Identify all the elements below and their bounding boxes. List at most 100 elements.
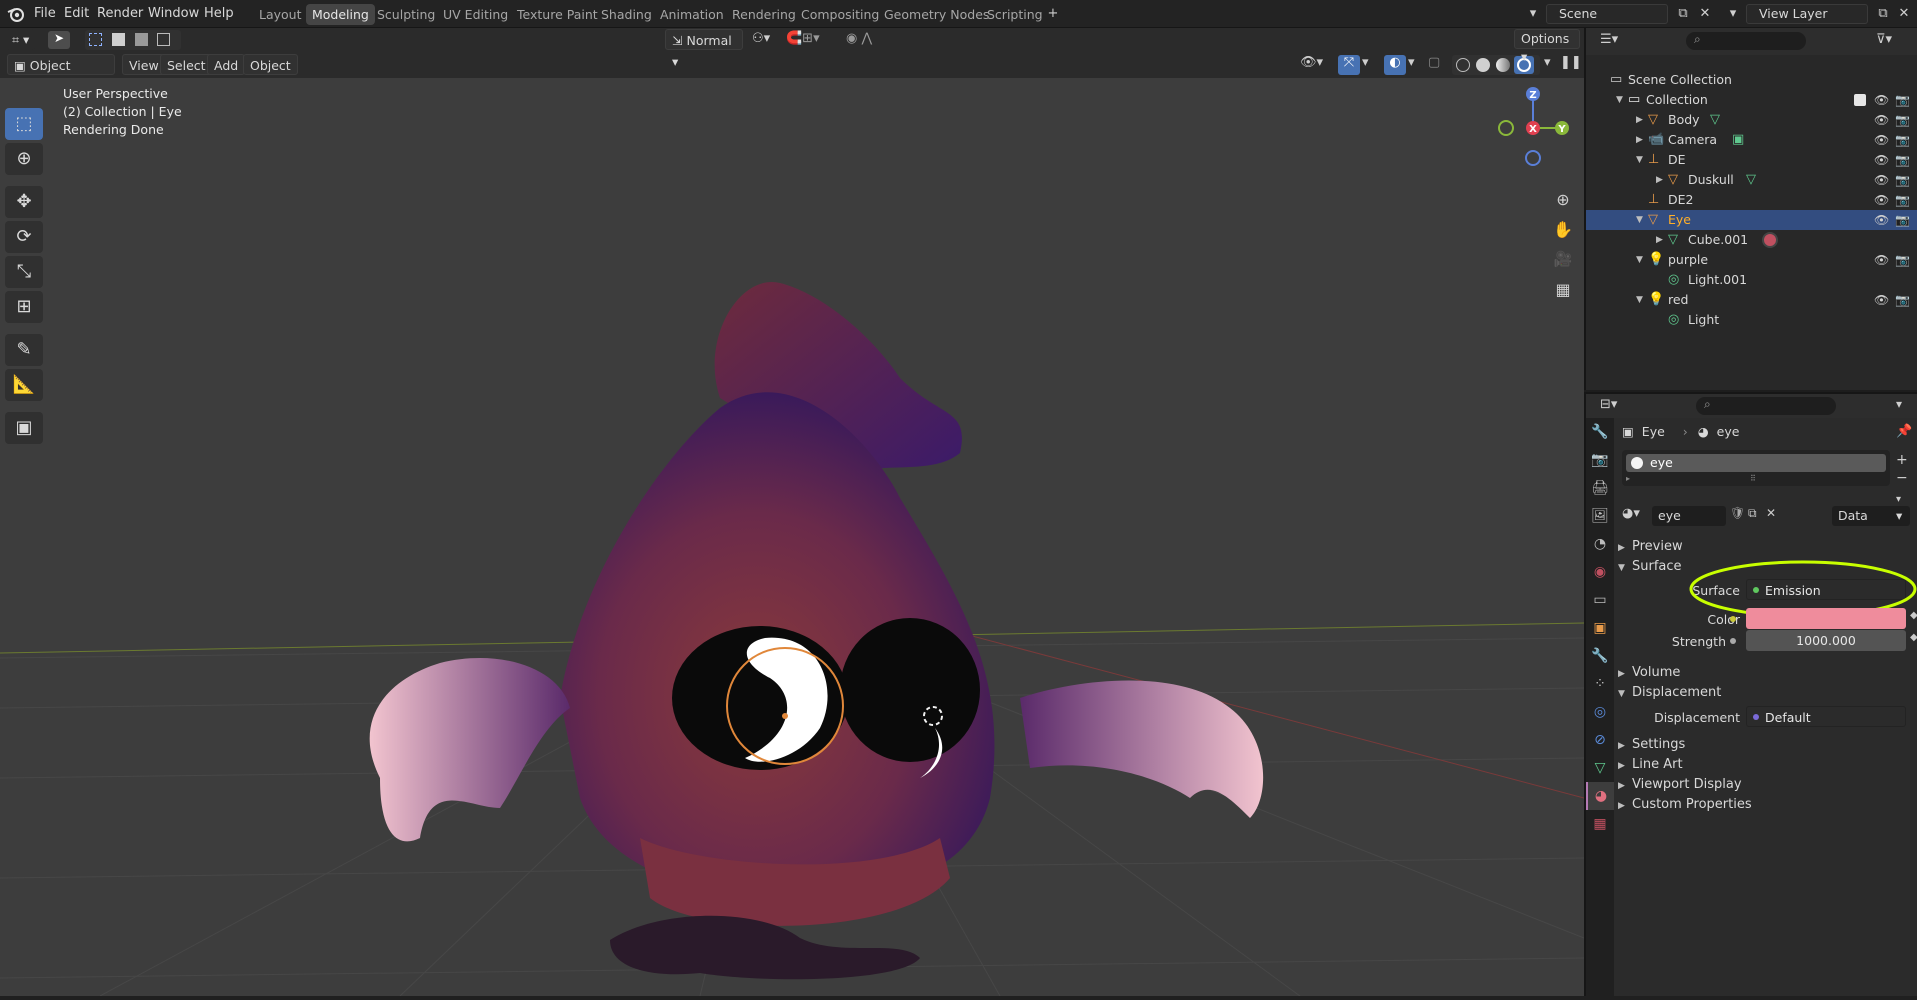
expand-triangle-icon[interactable]: ▼ bbox=[1636, 250, 1643, 270]
world-tab-icon[interactable]: ◉ bbox=[1586, 558, 1614, 586]
menu-edit[interactable]: Edit bbox=[58, 4, 95, 24]
render-camera-icon[interactable]: 📷 bbox=[1895, 290, 1910, 310]
xray-toggle-icon[interactable]: ▢ bbox=[1428, 55, 1448, 75]
material-slot-row[interactable]: eye bbox=[1626, 454, 1886, 472]
menu-render[interactable]: Render bbox=[91, 4, 149, 24]
texture-tab-icon[interactable]: ▦ bbox=[1586, 810, 1614, 838]
transform-orientation-dropdown[interactable]: ⇲ Normal ▾ bbox=[665, 29, 743, 69]
outliner-row-cube001[interactable]: ▶ ▽ Cube.001 bbox=[1586, 230, 1917, 250]
output-tab-icon[interactable]: 🖨 bbox=[1586, 474, 1614, 502]
new-view-layer-icon[interactable]: ⧉ bbox=[1872, 4, 1894, 24]
delete-view-layer-icon[interactable]: ✕ bbox=[1893, 4, 1915, 24]
select-box-tool-icon[interactable]: ⬚ bbox=[5, 108, 43, 140]
eye-icon[interactable]: 👁 bbox=[1874, 250, 1889, 270]
tab-layout[interactable]: Layout bbox=[253, 4, 308, 25]
panel-viewport-display[interactable]: ▶ Viewport Display bbox=[1618, 774, 1916, 796]
cursor-tool-icon[interactable]: ⊕ bbox=[5, 143, 43, 175]
add-cube-tool-icon[interactable]: ▣ bbox=[5, 412, 43, 444]
physics-tab-icon[interactable]: ◎ bbox=[1586, 698, 1614, 726]
material-name-field[interactable]: eye bbox=[1652, 506, 1726, 526]
selection-mode-group[interactable] bbox=[85, 30, 181, 50]
scale-tool-icon[interactable]: ⤡ bbox=[5, 256, 43, 288]
tab-geometry-nodes[interactable]: Geometry Nodes bbox=[878, 4, 995, 25]
options-dropdown[interactable]: Options ▾ bbox=[1514, 29, 1580, 64]
menu-select[interactable]: Select bbox=[160, 54, 213, 75]
menu-help[interactable]: Help bbox=[198, 4, 240, 24]
scene-browse-icon[interactable]: ▾ bbox=[1522, 4, 1544, 24]
overlays-dropdown-icon[interactable]: ▾ bbox=[1408, 55, 1422, 75]
properties-editor-type-icon[interactable]: ⊟▾ bbox=[1600, 397, 1617, 412]
outliner-row-purple[interactable]: ▼ 💡 purple 👁 📷 bbox=[1586, 250, 1917, 270]
annotate-tool-icon[interactable]: ✎ bbox=[5, 334, 43, 366]
constraints-tab-icon[interactable]: ⊘ bbox=[1586, 726, 1614, 754]
tab-sculpting[interactable]: Sculpting bbox=[371, 4, 441, 25]
camera-view-icon[interactable]: 🎥 bbox=[1551, 250, 1575, 268]
eye-icon[interactable]: 👁 bbox=[1874, 190, 1889, 210]
expand-triangle-icon[interactable]: ▶ bbox=[1636, 130, 1643, 150]
visibility-filter-icon[interactable]: 👁▾ bbox=[1300, 55, 1328, 75]
eye-icon[interactable]: 👁 bbox=[1874, 90, 1889, 110]
panel-settings[interactable]: ▶ Settings bbox=[1618, 734, 1916, 756]
tab-shading[interactable]: Shading bbox=[595, 4, 658, 25]
eye-icon[interactable]: 👁 bbox=[1874, 290, 1889, 310]
expand-triangle-icon[interactable]: ▶ bbox=[1656, 230, 1663, 250]
keyframe-dot-icon[interactable]: ◆ bbox=[1910, 632, 1917, 643]
duplicate-material-icon[interactable]: ⧉ bbox=[1748, 506, 1764, 526]
slot-specials-icon[interactable]: ▾ bbox=[1896, 494, 1901, 505]
modifiers-tab-icon[interactable]: 🔧 bbox=[1586, 642, 1614, 670]
render-camera-icon[interactable]: 📷 bbox=[1895, 150, 1910, 170]
render-camera-icon[interactable]: 📷 bbox=[1895, 90, 1910, 110]
editor-type-button[interactable]: ⌗ ▾ bbox=[6, 29, 36, 50]
scene-name-field[interactable]: Scene bbox=[1546, 4, 1668, 24]
view-layer-field[interactable]: View Layer bbox=[1746, 4, 1868, 24]
menu-file[interactable]: File bbox=[28, 4, 62, 24]
panel-custom-properties[interactable]: ▶ Custom Properties bbox=[1618, 794, 1916, 816]
strength-field[interactable]: 1000.000 bbox=[1746, 630, 1906, 651]
wireframe-shading-icon[interactable] bbox=[1456, 58, 1470, 72]
zoom-view-icon[interactable]: ⊕ bbox=[1551, 190, 1575, 209]
gizmo-toggle-icon[interactable]: ⤧ bbox=[1338, 55, 1360, 75]
outliner-row-de2[interactable]: ⊥ DE2 👁 📷 bbox=[1586, 190, 1917, 210]
render-tab-icon[interactable]: 📷 bbox=[1586, 446, 1614, 474]
menu-object[interactable]: Object bbox=[243, 54, 298, 75]
outliner-row-de[interactable]: ▼ ⊥ DE 👁 📷 bbox=[1586, 150, 1917, 170]
new-scene-icon[interactable]: ⧉ bbox=[1672, 4, 1694, 24]
render-camera-icon[interactable]: 📷 bbox=[1895, 110, 1910, 130]
invert-selection-icon[interactable] bbox=[157, 33, 170, 46]
outliner-row-scene-collection[interactable]: ▭ Scene Collection bbox=[1586, 70, 1917, 90]
render-camera-icon[interactable]: 📷 bbox=[1895, 210, 1910, 230]
tab-animation[interactable]: Animation bbox=[654, 4, 730, 25]
outliner-editor-type-icon[interactable]: ☰▾ bbox=[1600, 32, 1618, 47]
select-tool-icon[interactable]: ➤ bbox=[48, 31, 70, 49]
outliner-row-camera[interactable]: ▶ 📹 Camera ▣ 👁 📷 bbox=[1586, 130, 1917, 150]
object-mode-dropdown[interactable]: ▣ Object Mode ▾ bbox=[7, 54, 115, 94]
proportional-editing-icon[interactable]: ◉ ⋀ bbox=[846, 31, 886, 49]
list-resize-handle[interactable]: ⠿ bbox=[1750, 474, 1756, 483]
extend-selection-icon[interactable] bbox=[112, 33, 125, 46]
expand-triangle-icon[interactable]: ▼ bbox=[1636, 210, 1643, 230]
transform-tool-icon[interactable]: ⊞ bbox=[5, 291, 43, 323]
pause-render-icon[interactable]: ❚❚ bbox=[1560, 55, 1582, 75]
outliner-row-collection[interactable]: ▼ ▭ Collection 👁 📷 bbox=[1586, 90, 1917, 110]
outliner-row-eye[interactable]: ▼ ▽ Eye 👁 📷 bbox=[1586, 210, 1917, 230]
expand-triangle-icon[interactable]: ▶ bbox=[1656, 170, 1663, 190]
eye-icon[interactable]: 👁 bbox=[1874, 210, 1889, 230]
eye-icon[interactable]: 👁 bbox=[1874, 110, 1889, 130]
unlink-material-icon[interactable]: ✕ bbox=[1766, 506, 1782, 526]
measure-tool-icon[interactable]: 📐 bbox=[5, 369, 43, 401]
outliner-search-input[interactable]: ⌕ bbox=[1686, 32, 1806, 50]
expand-triangle-icon[interactable]: ▼ bbox=[1636, 290, 1643, 310]
pin-icon[interactable]: 📌 bbox=[1896, 424, 1912, 439]
solid-shading-icon[interactable] bbox=[1476, 58, 1490, 72]
scene-tab-icon[interactable]: ◔ bbox=[1586, 530, 1614, 558]
tab-compositing[interactable]: Compositing bbox=[795, 4, 885, 25]
subtract-selection-icon[interactable] bbox=[135, 33, 148, 46]
object-tab-icon[interactable]: ▣ bbox=[1586, 614, 1614, 642]
expand-triangle-icon[interactable]: ▶ bbox=[1636, 110, 1643, 130]
overlays-toggle-icon[interactable]: ◐ bbox=[1384, 55, 1406, 75]
add-workspace-icon[interactable]: + bbox=[1042, 4, 1064, 24]
link-dropdown[interactable]: Data ▾ bbox=[1832, 506, 1910, 526]
outliner-row-red[interactable]: ▼ 💡 red 👁 📷 bbox=[1586, 290, 1917, 310]
menu-window[interactable]: Window bbox=[142, 4, 205, 24]
add-slot-icon[interactable]: + bbox=[1896, 452, 1908, 468]
